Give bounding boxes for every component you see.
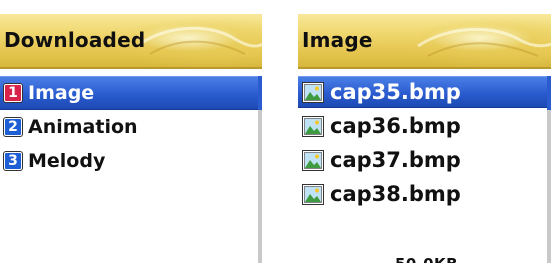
image-file-icon [302,183,324,205]
number-badge-icon: 1 [4,84,22,102]
number-badge-icon: 2 [4,118,22,136]
image-file-icon [302,115,324,137]
file-row[interactable]: cap38.bmp [298,178,551,210]
menu-item-image[interactable]: 1 Image [0,76,262,110]
image-file-icon [302,149,324,171]
file-row[interactable]: cap37.bmp [298,144,551,176]
file-size-label: 50.0KB [395,255,458,263]
menu-item-label: Melody [28,150,106,172]
menu-item-melody[interactable]: 3 Melody [0,144,262,178]
file-list: cap35.bmp cap36.bmp cap37.bmp cap38.bmp [298,76,551,210]
file-row[interactable]: cap35.bmp [298,76,551,108]
downloaded-menu-screen: Downloaded 1 Image 2 Animation 3 Melody [0,14,262,263]
menu-header: Downloaded [0,14,262,69]
file-name: cap35.bmp [330,80,461,104]
file-name: cap37.bmp [330,148,461,172]
scrollbar-thumb[interactable] [258,76,262,110]
list-header: Image [298,14,551,69]
number-badge-icon: 3 [4,152,22,170]
file-name: cap36.bmp [330,114,461,138]
menu-item-label: Animation [28,116,138,138]
file-name: cap38.bmp [330,182,461,206]
menu-item-animation[interactable]: 2 Animation [0,110,262,144]
page-title: Downloaded [4,28,146,52]
file-row[interactable]: cap36.bmp [298,110,551,142]
scrollbar-thumb[interactable] [547,76,551,110]
image-list-screen: Image cap35.bmp cap36.bmp cap37.bmp cap3… [298,14,551,263]
image-file-icon [302,81,324,103]
category-list: 1 Image 2 Animation 3 Melody [0,76,262,178]
scrollbar[interactable] [547,76,551,263]
page-title: Image [302,28,373,52]
scrollbar[interactable] [258,76,262,263]
menu-item-label: Image [28,82,95,104]
